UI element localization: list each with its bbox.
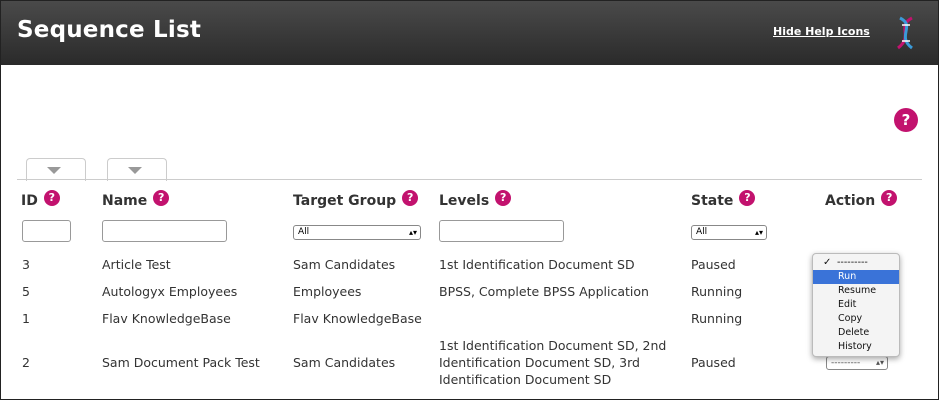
cell-name: Sam Document Pack Test — [102, 355, 260, 370]
cell-name: Article Test — [102, 257, 171, 272]
cell-id: 1 — [22, 311, 30, 326]
cell-state: Running — [691, 311, 743, 326]
help-icon[interactable]: ? — [153, 190, 170, 206]
cell-state: Paused — [691, 257, 736, 272]
dropdown-option-none[interactable]: ✓ --------- — [813, 256, 899, 270]
cell-name: Autologyx Employees — [102, 284, 238, 299]
select-arrows-icon: ▴▾ — [754, 228, 763, 237]
dna-helix-icon[interactable] — [890, 16, 920, 50]
column-label: ID — [21, 193, 38, 209]
dropdown-option-edit[interactable]: Edit — [813, 298, 899, 312]
column-header-id: ID? — [21, 190, 60, 209]
cell-target-group: Flav KnowledgeBase — [293, 311, 422, 326]
levels-line: 1st Identification Document SD, 2nd — [439, 338, 667, 353]
chevron-down-icon — [47, 167, 61, 174]
cell-target-group: Sam Candidates — [293, 355, 396, 370]
filter-tab-1[interactable] — [26, 158, 86, 181]
option-label: --------- — [837, 257, 868, 268]
column-label: Target Group — [293, 193, 397, 209]
page-help-icon[interactable]: ? — [894, 108, 918, 132]
name-filter-input[interactable] — [102, 220, 227, 242]
column-header-name: Name? — [102, 190, 170, 209]
cell-levels: 1st Identification Document SD — [439, 257, 635, 272]
column-header-action: Action? — [825, 190, 898, 209]
help-icon[interactable]: ? — [43, 190, 60, 206]
help-icon[interactable]: ? — [495, 190, 512, 206]
levels-line: Identification Document SD — [439, 372, 612, 387]
cell-levels: 1st Identification Document SD, 2nd Iden… — [439, 337, 666, 388]
filter-tab-2[interactable] — [107, 158, 167, 181]
column-label: Name — [102, 193, 148, 209]
cell-id: 2 — [22, 355, 30, 370]
cell-state: Running — [691, 284, 743, 299]
header-bar: Sequence List Hide Help Icons — [1, 1, 938, 65]
dropdown-option-delete[interactable]: Delete — [813, 326, 899, 340]
column-label: Action — [825, 193, 876, 209]
state-filter-select[interactable]: All ▴▾ — [691, 225, 767, 240]
levels-line: Identification Document SD, 3rd — [439, 355, 640, 370]
select-value: All — [298, 227, 310, 237]
dropdown-option-copy[interactable]: Copy — [813, 312, 899, 326]
checkmark-icon: ✓ — [823, 257, 832, 268]
id-filter-input[interactable] — [22, 220, 71, 242]
cell-id: 3 — [22, 257, 30, 272]
cell-target-group: Sam Candidates — [293, 257, 396, 272]
select-value: --------- — [831, 358, 861, 368]
dropdown-option-run[interactable]: Run — [813, 270, 899, 284]
target-group-filter-select[interactable]: All ▴▾ — [293, 225, 421, 240]
levels-filter-input[interactable] — [439, 220, 564, 242]
page-title: Sequence List — [17, 17, 202, 43]
select-value: All — [696, 227, 708, 237]
page: Sequence List Hide Help Icons ? ID? Name… — [0, 0, 939, 400]
hide-help-icons-link[interactable]: Hide Help Icons — [773, 25, 870, 38]
tab-divider — [17, 179, 922, 180]
cell-name: Flav KnowledgeBase — [102, 311, 231, 326]
dropdown-option-resume[interactable]: Resume — [813, 284, 899, 298]
action-select[interactable]: --------- ▴▾ — [826, 356, 888, 370]
select-arrows-icon: ▴▾ — [408, 228, 417, 237]
help-icon[interactable]: ? — [881, 190, 898, 206]
cell-levels: BPSS, Complete BPSS Application — [439, 284, 649, 299]
column-header-target-group: Target Group? — [293, 190, 419, 209]
column-label: Levels — [439, 193, 490, 209]
help-icon[interactable]: ? — [402, 190, 419, 206]
column-label: State — [691, 193, 734, 209]
cell-id: 5 — [22, 284, 30, 299]
select-arrows-icon: ▴▾ — [875, 358, 884, 367]
action-dropdown-menu: ✓ --------- Run Resume Edit Copy Delete H… — [812, 253, 900, 357]
column-header-state: State? — [691, 190, 756, 209]
dropdown-option-history[interactable]: History — [813, 340, 899, 354]
column-header-levels: Levels? — [439, 190, 512, 209]
cell-target-group: Employees — [293, 284, 362, 299]
chevron-down-icon — [128, 167, 142, 174]
cell-state: Paused — [691, 355, 736, 370]
help-icon[interactable]: ? — [739, 190, 756, 206]
